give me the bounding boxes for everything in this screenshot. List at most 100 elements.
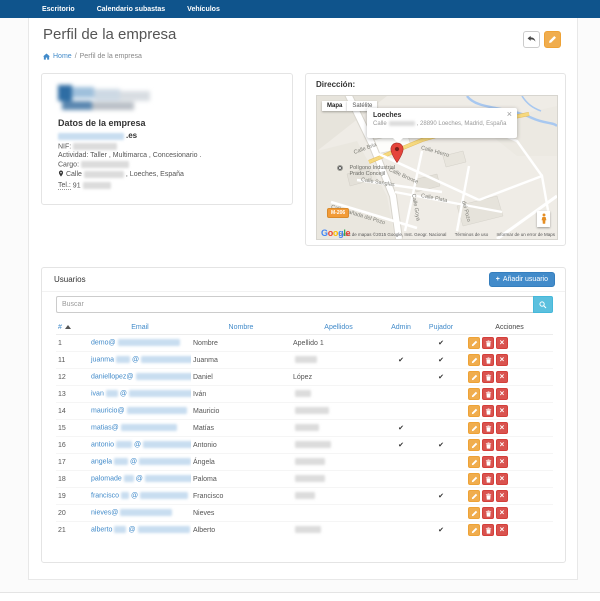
- remove-user-button[interactable]: ×: [496, 354, 508, 366]
- remove-user-button[interactable]: ×: [496, 422, 508, 434]
- user-nombre-cell: Francisco: [191, 487, 291, 505]
- edit-user-button[interactable]: [468, 524, 480, 536]
- users-searchbar: [56, 296, 553, 313]
- website-suffix: .es: [126, 131, 138, 140]
- delete-user-button[interactable]: [482, 405, 494, 417]
- user-pujador-cell: [416, 419, 466, 437]
- attribution-terms-link[interactable]: Términos de uso: [455, 232, 489, 237]
- users-table-body: 1 demo@ Nombre Apellido 1 ✔ × 11 juanma @ Juanma ✔…: [56, 335, 553, 538]
- delete-user-button[interactable]: [482, 456, 494, 468]
- user-admin-cell: ✔: [386, 436, 416, 454]
- remove-user-button[interactable]: ×: [496, 456, 508, 468]
- col-header-email[interactable]: Email: [89, 321, 191, 335]
- users-heading-divider: [42, 291, 565, 292]
- user-nombre-cell: Iván: [191, 385, 291, 403]
- back-button[interactable]: [523, 31, 540, 48]
- user-admin-cell: [386, 385, 416, 403]
- remove-user-button[interactable]: ×: [496, 507, 508, 519]
- edit-profile-button[interactable]: [544, 31, 561, 48]
- nav-item-vehiculos[interactable]: Vehículos: [187, 6, 220, 13]
- nav-item-calendario-subastas[interactable]: Calendario subastas: [97, 6, 165, 13]
- remove-user-button[interactable]: ×: [496, 388, 508, 400]
- user-email-link[interactable]: daniellopez@: [91, 374, 134, 381]
- col-header-num[interactable]: #: [56, 321, 89, 335]
- redacted-text: [126, 407, 187, 415]
- remove-user-button[interactable]: ×: [496, 473, 508, 485]
- edit-user-button[interactable]: [468, 388, 480, 400]
- email-at: @: [131, 356, 140, 364]
- user-pujador-cell: [416, 385, 466, 403]
- user-email-link[interactable]: matias@: [91, 425, 119, 432]
- remove-user-button[interactable]: ×: [496, 439, 508, 451]
- nav-item-escritorio[interactable]: Escritorio: [42, 6, 75, 13]
- user-email-link[interactable]: juanma: [91, 357, 114, 364]
- delete-user-button[interactable]: [482, 524, 494, 536]
- user-admin-cell: [386, 368, 416, 386]
- user-email-link[interactable]: francisco: [91, 493, 119, 500]
- main-container: Perfil de la empresa Home / Perfil de la…: [28, 18, 578, 580]
- col-header-nombre[interactable]: Nombre: [191, 321, 291, 335]
- user-pujador-cell: ✔: [416, 436, 466, 454]
- edit-user-button[interactable]: [468, 507, 480, 519]
- user-pujador-cell: ✔: [416, 521, 466, 538]
- user-email-link[interactable]: ivan: [91, 391, 104, 398]
- google-logo[interactable]: Google: [321, 228, 351, 238]
- remove-user-button[interactable]: ×: [496, 337, 508, 349]
- edit-user-button[interactable]: [468, 371, 480, 383]
- delete-user-button[interactable]: [482, 354, 494, 366]
- infowindow-close-icon[interactable]: ×: [507, 110, 512, 119]
- check-icon: ✔: [438, 374, 444, 381]
- table-row: 11 juanma @ Juanma ✔ ✔ ×: [56, 351, 553, 369]
- user-email-link[interactable]: angela: [91, 459, 112, 466]
- pegman-streetview-control[interactable]: [537, 211, 550, 227]
- company-website[interactable]: .es: [58, 131, 137, 140]
- attribution-report-link[interactable]: Informar de un error de Maps: [496, 232, 555, 237]
- google-map[interactable]: Mapa Satélite Loeches Calle, 28890 Loech…: [316, 95, 558, 240]
- redacted-text: [295, 424, 319, 432]
- remove-user-button[interactable]: ×: [496, 405, 508, 417]
- user-email-link[interactable]: nieves@: [91, 510, 118, 517]
- remove-user-button[interactable]: ×: [496, 371, 508, 383]
- col-header-admin[interactable]: Admin: [386, 321, 416, 335]
- x-icon: ×: [499, 423, 505, 432]
- top-navbar: Escritorio Calendario subastas Vehículos: [0, 0, 600, 18]
- delete-user-button[interactable]: [482, 507, 494, 519]
- breadcrumb-home-link[interactable]: Home: [53, 53, 72, 60]
- col-header-pujador[interactable]: Pujador: [416, 321, 466, 335]
- edit-user-button[interactable]: [468, 422, 480, 434]
- company-nif: NIF:: [58, 143, 119, 150]
- edit-user-button[interactable]: [468, 439, 480, 451]
- user-email-link[interactable]: palomade: [91, 476, 122, 483]
- remove-user-button[interactable]: ×: [496, 524, 508, 536]
- search-button[interactable]: [533, 296, 553, 313]
- map-type-map-button[interactable]: Mapa: [322, 101, 348, 111]
- table-row: 1 demo@ Nombre Apellido 1 ✔ ×: [56, 335, 553, 352]
- user-email-link[interactable]: demo@: [91, 340, 116, 347]
- add-user-button[interactable]: + Añadir usuario: [488, 272, 555, 287]
- edit-user-button[interactable]: [468, 337, 480, 349]
- user-apellidos-cell: [291, 351, 386, 369]
- poi-label-line1: Polígono Industrial: [349, 164, 396, 171]
- user-email-cell: juanma @: [89, 351, 191, 369]
- edit-user-button[interactable]: [468, 405, 480, 417]
- redacted-text: [295, 407, 329, 415]
- edit-user-button[interactable]: [468, 490, 480, 502]
- user-email-link[interactable]: mauricio@: [91, 408, 125, 415]
- delete-user-button[interactable]: [482, 422, 494, 434]
- email-at: @: [135, 475, 143, 483]
- delete-user-button[interactable]: [482, 490, 494, 502]
- search-input[interactable]: [56, 296, 533, 313]
- col-header-apellidos[interactable]: Apellidos: [291, 321, 386, 335]
- delete-user-button[interactable]: [482, 473, 494, 485]
- delete-user-button[interactable]: [482, 337, 494, 349]
- delete-user-button[interactable]: [482, 439, 494, 451]
- delete-user-button[interactable]: [482, 371, 494, 383]
- edit-user-button[interactable]: [468, 354, 480, 366]
- edit-user-button[interactable]: [468, 456, 480, 468]
- delete-user-button[interactable]: [482, 388, 494, 400]
- remove-user-button[interactable]: ×: [496, 490, 508, 502]
- edit-user-button[interactable]: [468, 473, 480, 485]
- user-email-link[interactable]: antonio: [91, 442, 114, 449]
- redacted-text: [295, 356, 317, 364]
- user-email-link[interactable]: alberto: [91, 527, 112, 534]
